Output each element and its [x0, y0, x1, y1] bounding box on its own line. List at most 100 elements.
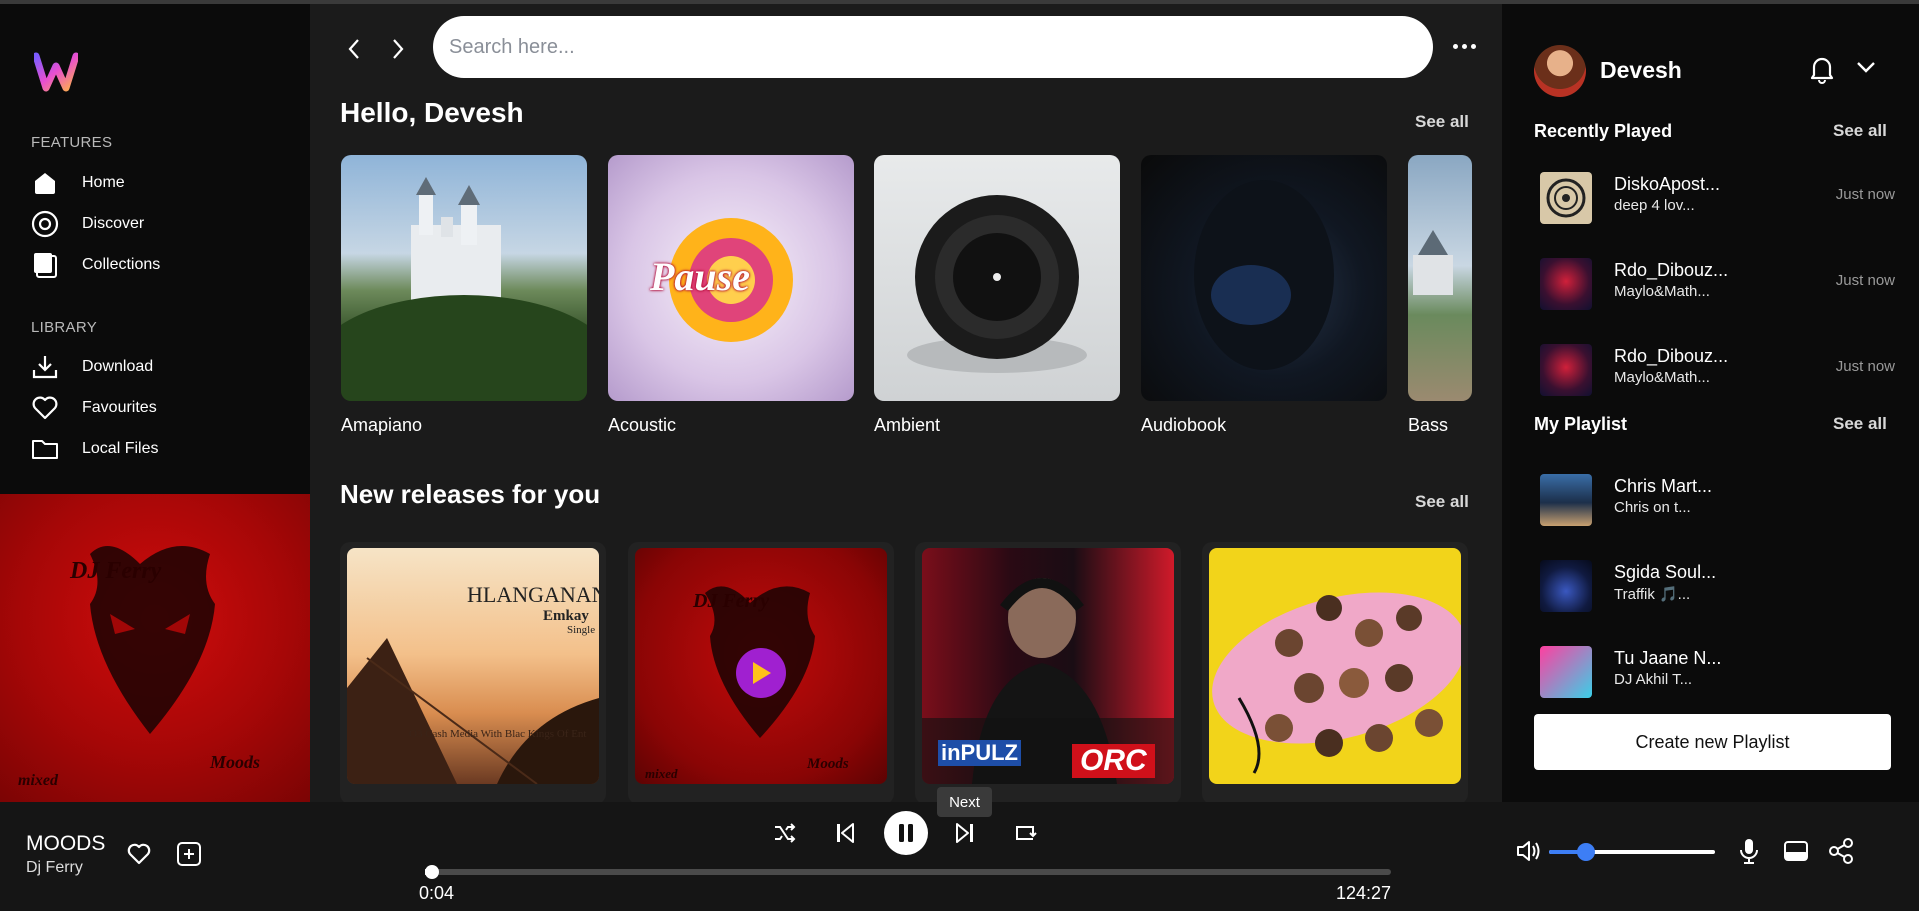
- genre-image: Pause: [608, 155, 854, 401]
- microphone-icon[interactable]: [1736, 836, 1762, 866]
- track-artist: Maylo&Math...: [1614, 283, 1710, 300]
- genre-card-acoustic[interactable]: Pause Acoustic: [608, 155, 854, 436]
- release-card-group[interactable]: [1202, 542, 1468, 802]
- search-input[interactable]: [433, 16, 1433, 78]
- genre-card-bass[interactable]: Bass: [1408, 155, 1472, 436]
- my-playlist-heading: My Playlist: [1534, 414, 1628, 434]
- see-all-link[interactable]: See all: [1415, 112, 1469, 132]
- play-pause-button[interactable]: [884, 811, 928, 855]
- heart-icon: [30, 393, 60, 423]
- next-icon[interactable]: [952, 820, 978, 846]
- user-name: Devesh: [1600, 57, 1682, 83]
- genre-card-audiobook[interactable]: Audiobook: [1141, 155, 1387, 436]
- create-playlist-button[interactable]: Create new Playlist: [1534, 714, 1891, 770]
- track-thumbnail: [1540, 344, 1592, 396]
- genre-card-ambient[interactable]: Ambient: [874, 155, 1120, 436]
- like-heart-icon[interactable]: [124, 840, 154, 868]
- cover-text: mixed: [18, 772, 58, 789]
- sidebar-item-label: Home: [82, 174, 125, 191]
- forward-arrow-icon[interactable]: [388, 34, 408, 64]
- volume-icon[interactable]: [1514, 836, 1544, 866]
- folder-icon: [30, 434, 60, 464]
- recent-track[interactable]: DiskoApost... deep 4 lov... Just now: [1540, 170, 1895, 224]
- track-thumbnail: [1540, 258, 1592, 310]
- shuffle-icon[interactable]: [772, 820, 798, 846]
- see-all-link[interactable]: See all: [1415, 492, 1469, 512]
- see-all-link[interactable]: See all: [1833, 121, 1887, 141]
- seek-bar[interactable]: [425, 865, 1391, 879]
- features-heading: FEATURES: [31, 134, 113, 151]
- cover-artist-text: Emkay: [543, 608, 589, 624]
- track-title: DiskoApost...: [1614, 174, 1721, 194]
- genre-name: Amapiano: [341, 415, 423, 435]
- history-nav: [344, 34, 408, 64]
- back-arrow-icon[interactable]: [344, 34, 364, 64]
- playlist-title: Sgida Soul...: [1614, 562, 1717, 582]
- add-to-playlist-icon[interactable]: [174, 840, 204, 868]
- download-icon: [30, 352, 60, 382]
- genre-card-amapiano[interactable]: Amapiano: [341, 155, 587, 436]
- cover-text: DJ Ferry: [70, 558, 162, 584]
- compass-icon: [30, 209, 60, 239]
- chevron-down-icon[interactable]: [1856, 60, 1876, 79]
- sidebar-item-label: Local Files: [82, 440, 159, 457]
- sidebar-item-label: Discover: [82, 215, 145, 232]
- bell-icon[interactable]: [1808, 54, 1836, 89]
- release-card-hlanganani[interactable]: HLANGANANI Emkay Single O3 Cash Media Wi…: [340, 542, 606, 802]
- device-icon[interactable]: [1781, 838, 1811, 864]
- play-overlay-button[interactable]: [736, 648, 786, 698]
- share-icon[interactable]: [1826, 836, 1856, 866]
- release-cover: [1209, 548, 1461, 784]
- main-content: Hello, Devesh See all Amapiano Pause Aco…: [310, 4, 1502, 802]
- sidebar-item-label: Collections: [82, 256, 161, 273]
- genre-image: [341, 155, 587, 401]
- track-title: Rdo_Dibouz...: [1614, 346, 1729, 366]
- playlist-artist: Chris on t...: [1614, 499, 1691, 516]
- sidebar-item-collections[interactable]: Collections: [30, 247, 160, 283]
- see-all-link[interactable]: See all: [1833, 414, 1887, 434]
- collections-icon: [30, 250, 60, 280]
- recently-played-heading: Recently Played: [1534, 121, 1673, 141]
- volume-slider[interactable]: [1549, 843, 1715, 861]
- cover-text: DJ Ferry: [693, 590, 770, 612]
- previous-icon[interactable]: [832, 820, 858, 846]
- library-heading: LIBRARY: [31, 319, 98, 336]
- track-artist: deep 4 lov...: [1614, 197, 1695, 214]
- track-time: Just now: [1835, 186, 1895, 203]
- duration: 124:27: [1336, 883, 1392, 903]
- playlist-item[interactable]: Tu Jaane N... DJ Akhil T...: [1540, 644, 1895, 698]
- release-cover: DJ Ferry Moods mixed: [635, 548, 887, 784]
- repeat-icon[interactable]: [1012, 820, 1038, 846]
- release-cover: inPULZ ORC: [922, 548, 1174, 784]
- playlist-artist: Traffik 🎵...: [1614, 586, 1691, 603]
- player-bar: MOODS Dj Ferry 0:04 124:27: [0, 802, 1919, 911]
- volume-handle[interactable]: [1576, 843, 1595, 861]
- sidebar-item-home[interactable]: Home: [30, 165, 125, 201]
- release-card-dj-set[interactable]: inPULZ ORC: [915, 542, 1181, 802]
- home-icon: [30, 168, 60, 198]
- sidebar-item-label: Download: [82, 358, 154, 375]
- sidebar-item-download[interactable]: Download: [30, 349, 153, 385]
- greeting-heading: Hello, Devesh: [340, 97, 524, 128]
- app-logo[interactable]: [34, 52, 78, 92]
- sidebar-item-favourites[interactable]: Favourites: [30, 390, 157, 426]
- release-card-moods[interactable]: DJ Ferry Moods mixed: [628, 542, 894, 802]
- sidebar-item-discover[interactable]: Discover: [30, 206, 144, 242]
- now-playing-artist: Dj Ferry: [26, 859, 83, 876]
- recent-track[interactable]: Rdo_Dibouz... Maylo&Math... Just now: [1540, 256, 1895, 310]
- current-time: 0:04: [419, 883, 455, 903]
- seek-handle[interactable]: [425, 865, 440, 879]
- recent-track[interactable]: Rdo_Dibouz... Maylo&Math... Just now: [1540, 342, 1895, 396]
- sidebar-item-local-files[interactable]: Local Files: [30, 431, 158, 467]
- new-releases-heading: New releases for you: [340, 479, 601, 509]
- now-playing-title: MOODS: [26, 832, 106, 855]
- avatar[interactable]: [1534, 45, 1586, 97]
- playlist-item[interactable]: Chris Mart... Chris on t...: [1540, 472, 1895, 526]
- more-options-icon[interactable]: [1446, 32, 1482, 60]
- cover-text: mixed: [645, 766, 678, 781]
- playlist-item[interactable]: Sgida Soul... Traffik 🎵...: [1540, 558, 1895, 612]
- genre-name: Ambient: [874, 415, 941, 435]
- track-thumbnail: [1540, 172, 1592, 224]
- pause-icon: [899, 824, 913, 842]
- genre-image: [874, 155, 1120, 401]
